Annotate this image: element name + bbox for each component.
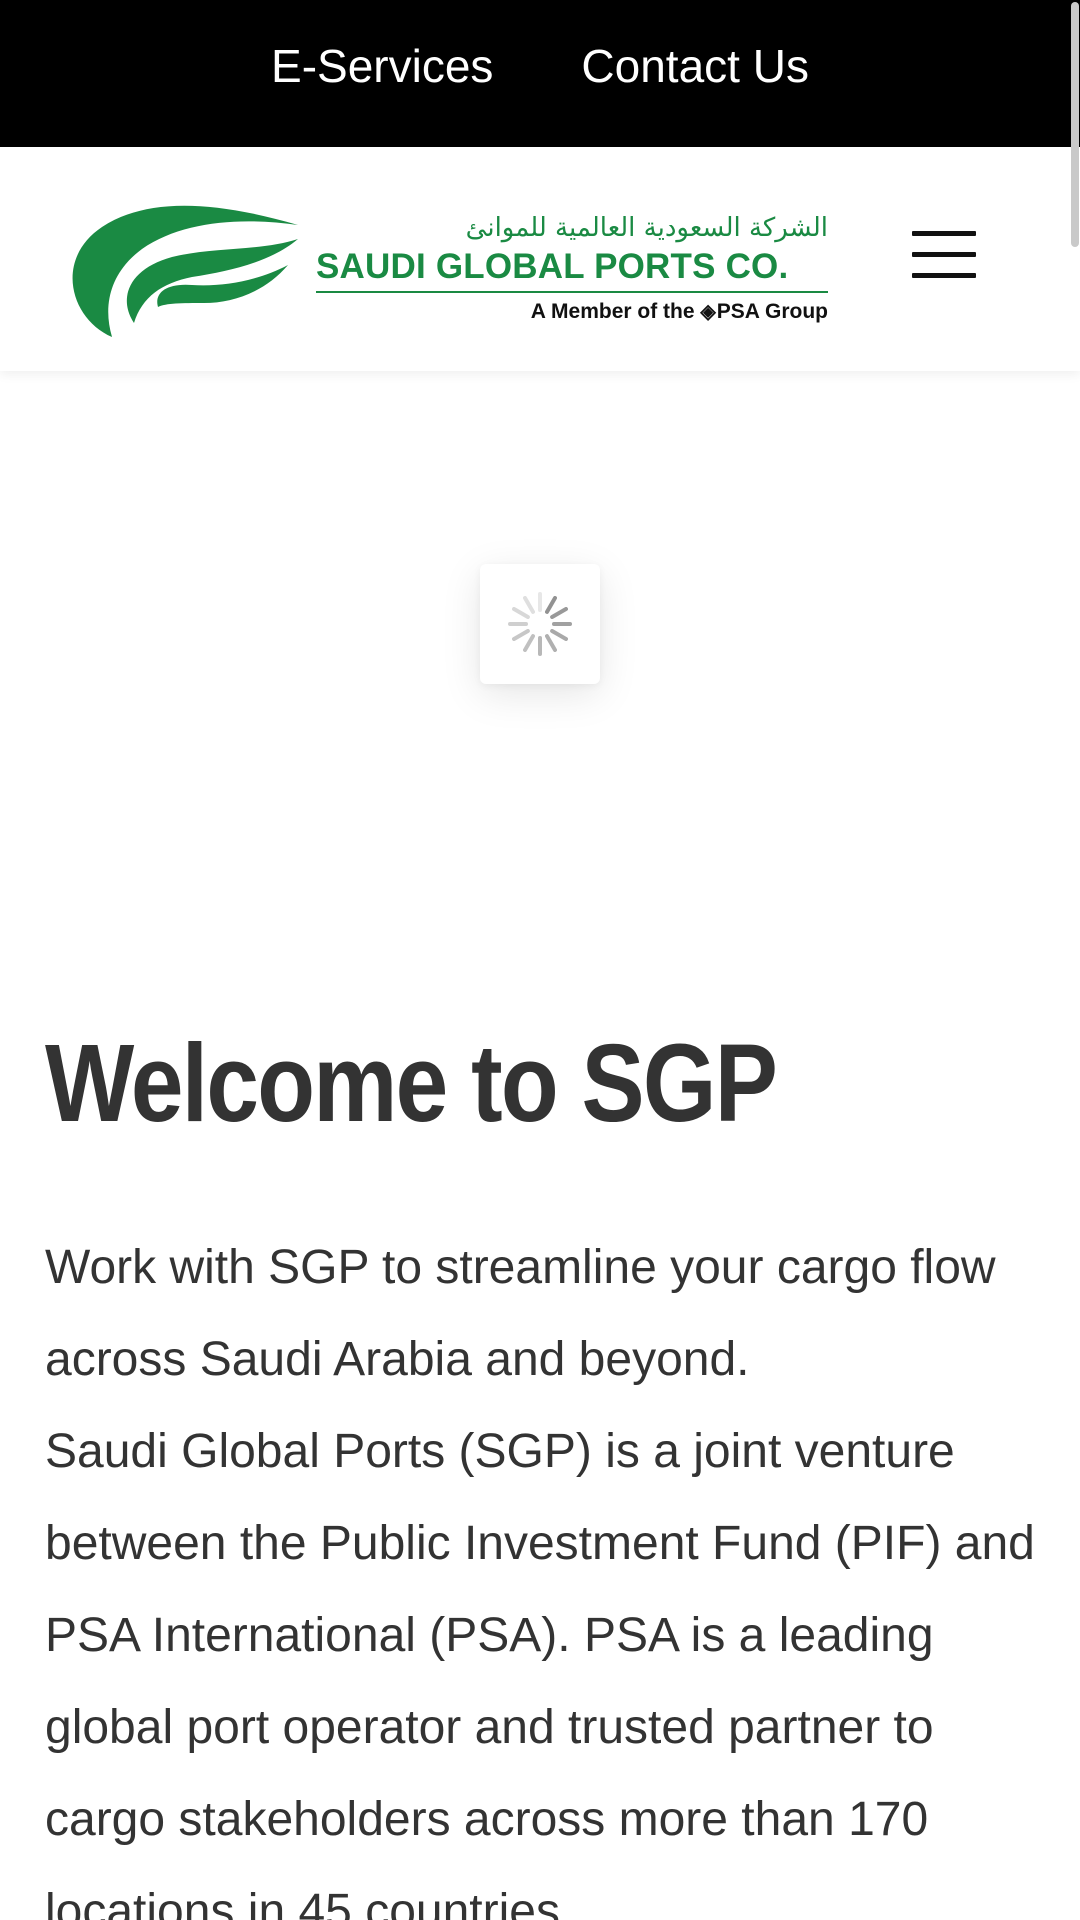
hamburger-menu-icon	[912, 231, 976, 236]
welcome-body: Work with SGP to streamline your cargo f…	[45, 1222, 1045, 1920]
top-utility-bar: E-Services Contact Us	[0, 0, 1080, 147]
logo-member-suffix: PSA Group	[716, 300, 828, 323]
about-paragraph: Saudi Global Ports (SGP) is a joint vent…	[45, 1425, 1035, 1920]
logo-divider	[316, 291, 828, 293]
logo-member-line: A Member of the ◈PSA Group	[316, 299, 828, 324]
spinner-spoke	[550, 629, 568, 641]
spinner-spoke	[512, 629, 530, 641]
hamburger-menu-icon	[912, 252, 976, 257]
spinner-spoke	[523, 634, 535, 652]
sgp-wave-logo-icon	[72, 205, 298, 337]
e-services-link[interactable]: E-Services	[271, 39, 493, 93]
spinner-icon	[508, 592, 572, 656]
hamburger-menu-icon	[912, 273, 976, 278]
sgp-logo[interactable]: الشركة السعودية العالمية للموانئ SAUDI G…	[62, 199, 828, 339]
intro-paragraph: Work with SGP to streamline your cargo f…	[45, 1241, 996, 1386]
spinner-spoke	[550, 607, 568, 619]
spinner-spoke	[512, 607, 530, 619]
spinner-spoke	[545, 634, 557, 652]
hamburger-menu-button[interactable]	[906, 229, 978, 281]
site-header: الشركة السعودية العالمية للموانئ SAUDI G…	[0, 147, 1080, 371]
page: E-Services Contact Us الشركة السعودية ال…	[0, 0, 1080, 1920]
scrollbar-thumb[interactable]	[1071, 2, 1079, 247]
logo-english-name: SAUDI GLOBAL PORTS CO.	[316, 247, 789, 286]
contact-us-link[interactable]: Contact Us	[581, 39, 809, 93]
spinner-spoke	[523, 596, 535, 614]
loading-indicator	[480, 564, 600, 684]
logo-arabic-name: الشركة السعودية العالمية للموانئ	[465, 213, 828, 243]
logo-member-prefix: A Member of the	[530, 300, 695, 323]
psa-logo-icon: ◈	[700, 301, 716, 323]
spinner-spoke	[545, 596, 557, 614]
page-scrollbar[interactable]	[1070, 0, 1080, 1920]
welcome-heading: Welcome to SGP	[45, 1022, 778, 1145]
